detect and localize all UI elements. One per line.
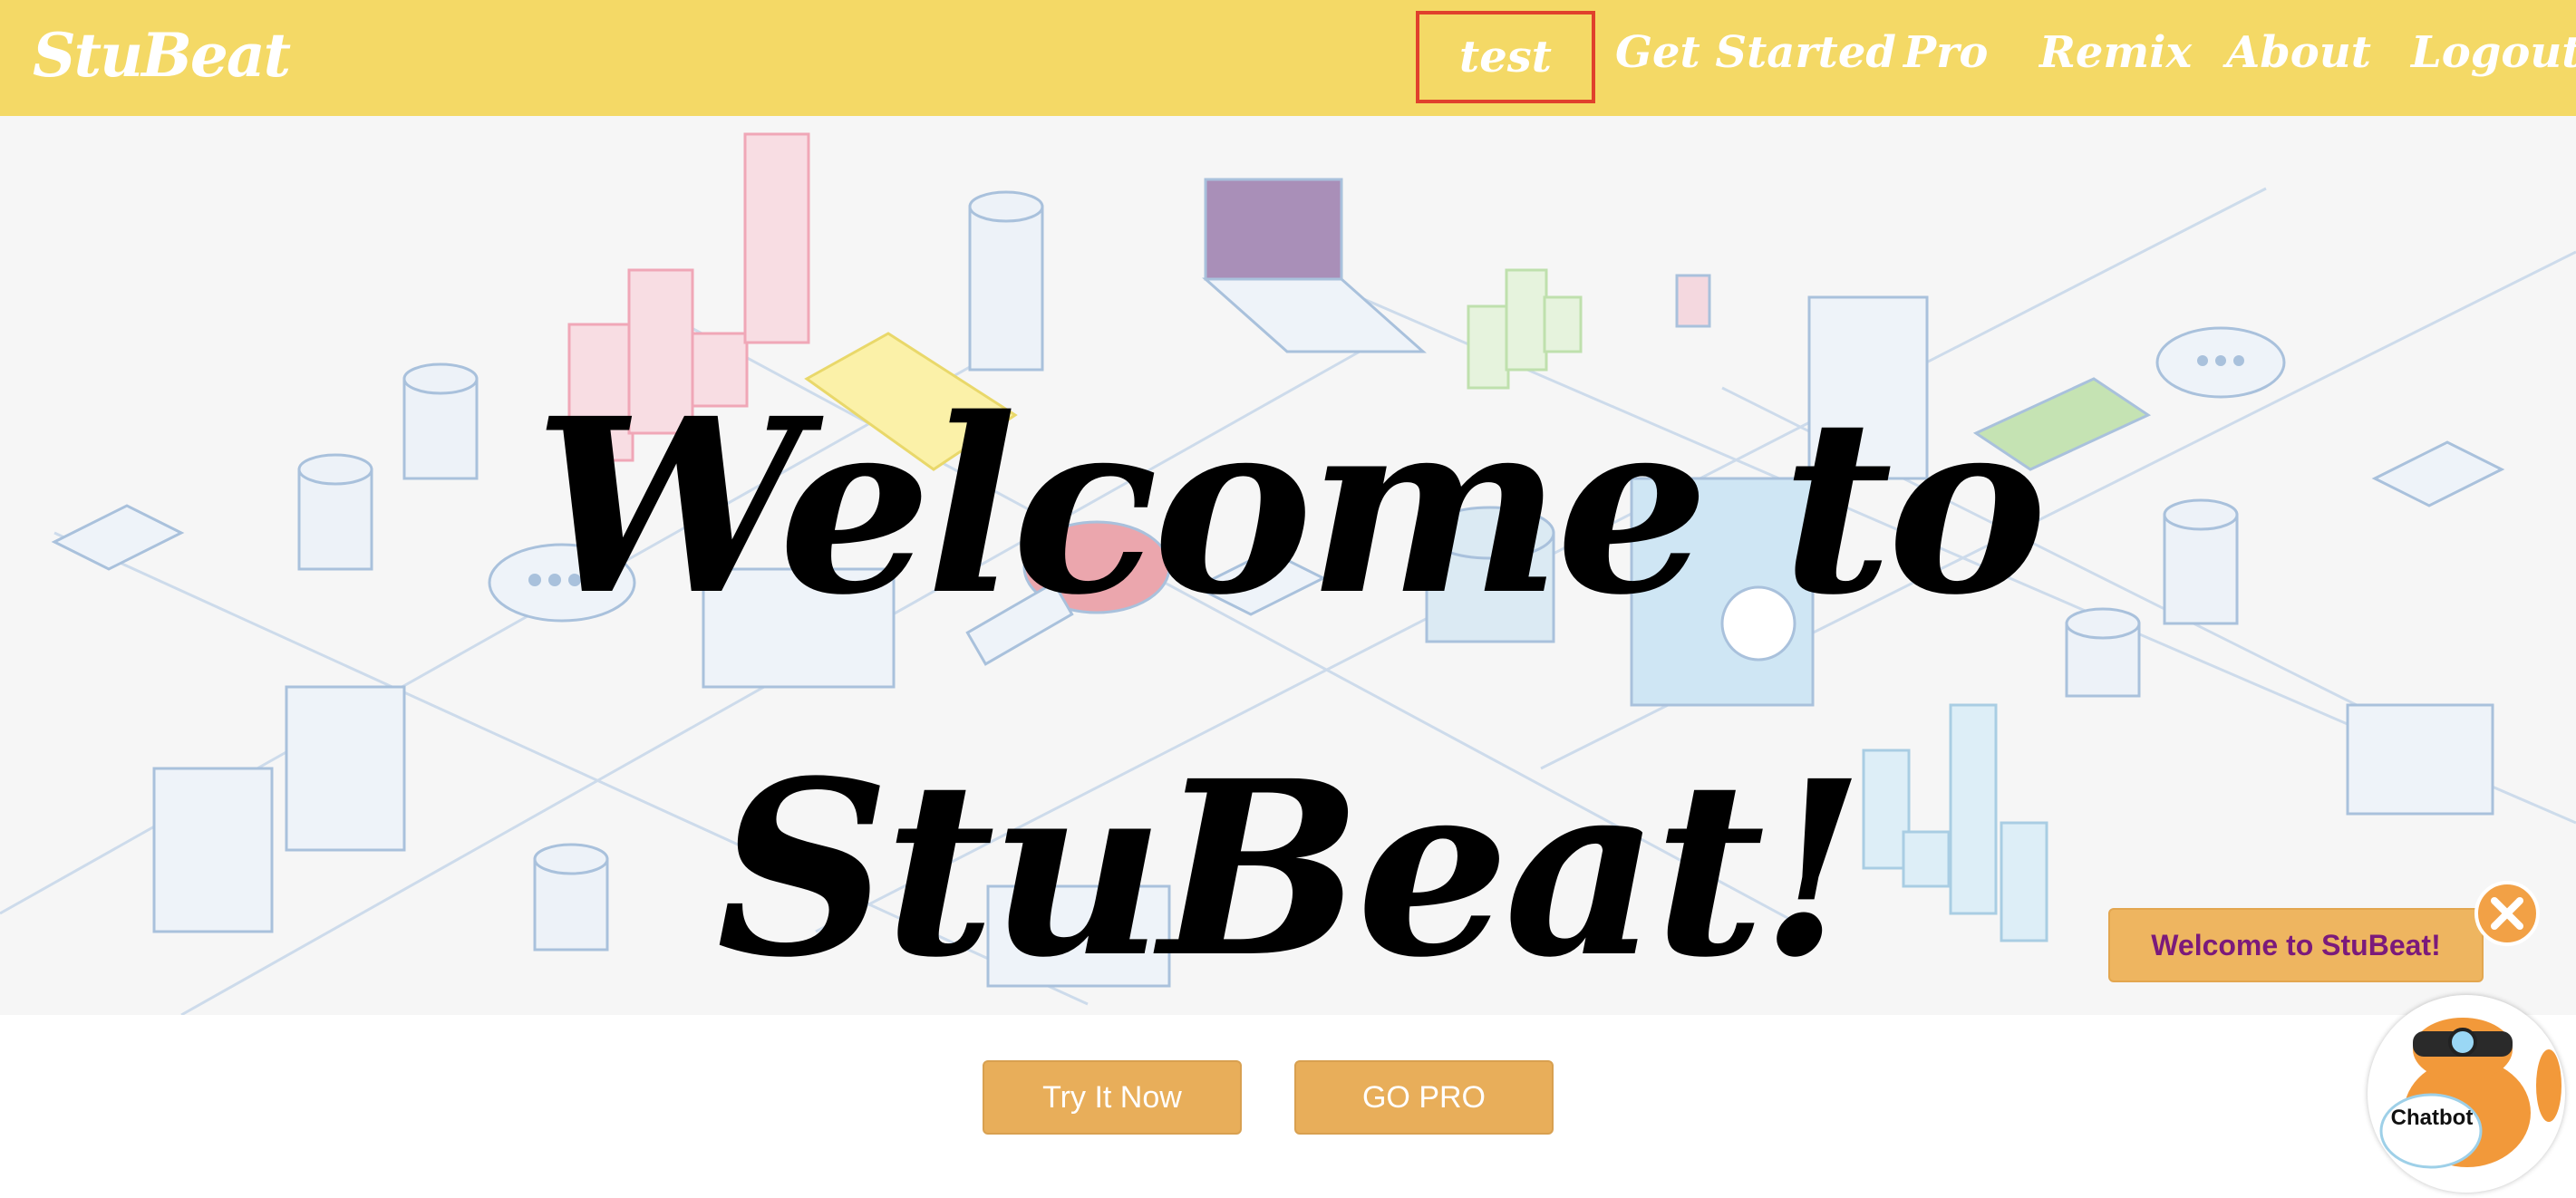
hero-title-line1: Welcome to [534,366,2048,648]
nav-link-logout[interactable]: Logout [2411,27,2576,78]
nav-link-remix[interactable]: Remix [2039,27,2192,78]
nav-link-pro[interactable]: Pro [1903,27,1988,78]
top-navbar: StuBeat test Get Started Pro Remix About… [0,0,2576,116]
nav-link-about[interactable]: About [2226,27,2371,78]
chatbot-avatar-button[interactable] [2368,995,2565,1193]
go-pro-button[interactable]: GO PRO [1294,1060,1554,1135]
chatbot-label: Chatbot [2390,1106,2474,1130]
try-it-now-button[interactable]: Try It Now [983,1060,1242,1135]
brand-logo[interactable]: StuBeat [33,20,291,91]
nav-link-test[interactable]: test [1416,11,1595,103]
robot-mascot-icon [2379,1018,2561,1169]
nav-link-get-started[interactable]: Get Started [1615,27,1896,78]
close-x-glyph [2491,897,2523,930]
hero-banner: Welcome to StuBeat! [0,116,2576,1015]
chatbot-greeting-bubble[interactable]: Welcome to StuBeat! [2108,908,2484,982]
close-icon[interactable] [2474,881,2540,946]
